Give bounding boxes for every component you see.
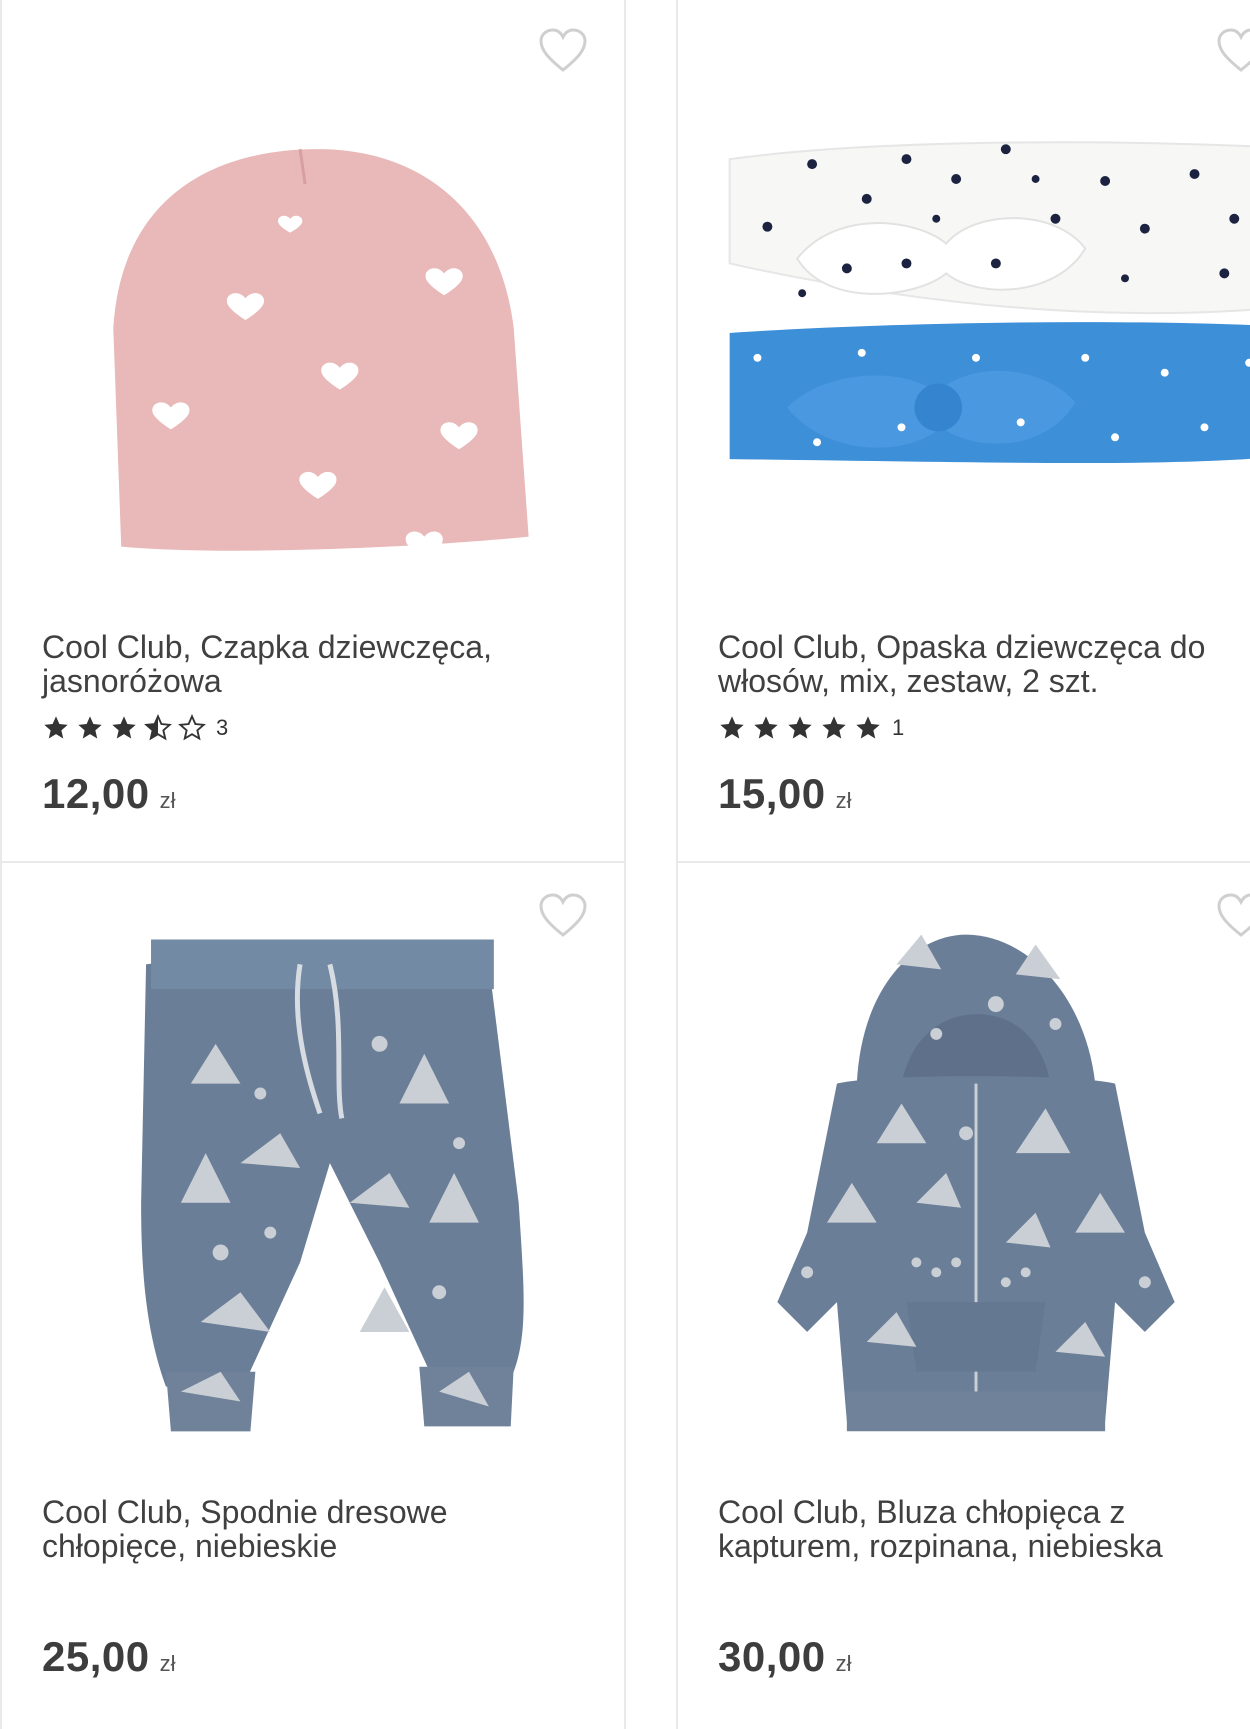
product-card[interactable]: Cool Club, Czapka dziewczęca, jasnoróżow… [0,0,626,863]
rating-stars: 3 [42,714,228,742]
product-image-hoodie[interactable] [678,903,1250,1443]
product-image-sweatpants[interactable] [2,903,624,1443]
price-currency: zł [835,788,852,813]
star-half-icon [144,714,172,741]
product-grid: Cool Club, Czapka dziewczęca, jasnoróżow… [0,0,1250,1729]
star-full-icon [78,716,102,739]
price-currency: zł [159,788,176,813]
star-full-icon [856,716,880,739]
product-price: 12,00 zł [42,770,176,818]
price-value: 25,00 [42,1633,150,1680]
product-card[interactable]: Cool Club, Opaska dziewczęca do włosów, … [676,0,1250,863]
product-title[interactable]: Cool Club, Spodnie dresowe chłopięce, ni… [42,1495,602,1563]
rating-count: 1 [892,715,905,740]
star-full-icon [44,716,68,739]
star-full-icon [788,716,812,739]
price-currency: zł [835,1651,852,1676]
price-value: 12,00 [42,770,150,817]
star-full-icon [112,716,136,739]
star-full-icon [754,716,778,739]
product-price: 30,00 zł [718,1633,852,1681]
product-card[interactable]: Cool Club, Spodnie dresowe chłopięce, ni… [0,861,626,1729]
product-title[interactable]: Cool Club, Bluza chłopięca z kapturem, r… [718,1495,1250,1563]
price-value: 30,00 [718,1633,826,1680]
rating-stars: 1 [718,714,904,742]
price-currency: zł [159,1651,176,1676]
product-card[interactable]: Cool Club, Bluza chłopięca z kapturem, r… [676,861,1250,1729]
star-empty-icon [178,714,206,741]
star-full-icon [822,716,846,739]
product-image-headbands[interactable] [678,68,1250,588]
price-value: 15,00 [718,770,826,817]
product-title[interactable]: Cool Club, Opaska dziewczęca do włosów, … [718,630,1250,698]
rating-count: 3 [216,715,229,740]
product-title[interactable]: Cool Club, Czapka dziewczęca, jasnoróżow… [42,630,602,698]
product-price: 25,00 zł [42,1633,176,1681]
product-price: 15,00 zł [718,770,852,818]
star-full-icon [720,716,744,739]
product-image-pink-hat[interactable] [2,68,624,588]
